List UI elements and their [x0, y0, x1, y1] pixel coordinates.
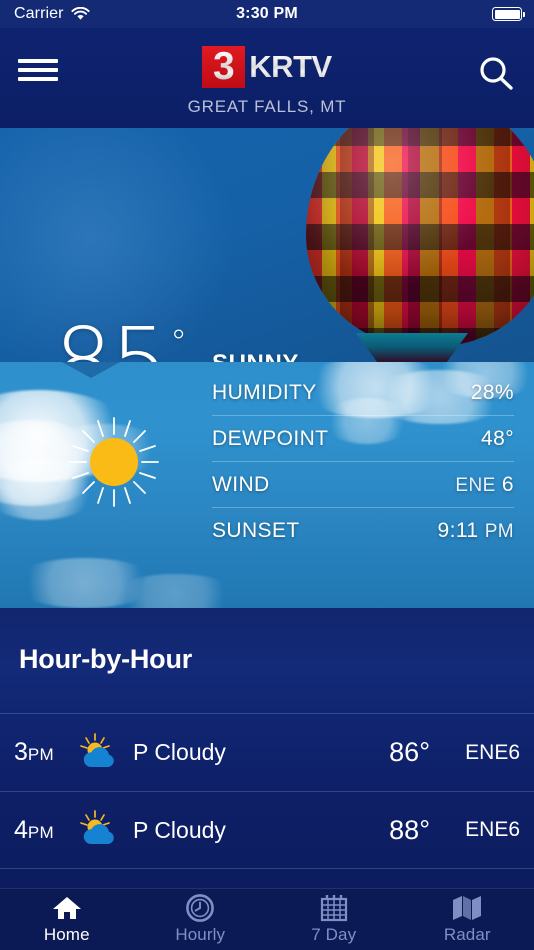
hour-time: 4 PM: [14, 816, 54, 845]
hour-time: 3 PM: [14, 738, 54, 767]
partly-cloudy-icon: [78, 732, 124, 773]
hour-condition: P Cloudy: [133, 816, 226, 843]
app-header: 3 KRTV GREAT FALLS, MT: [0, 28, 534, 128]
detail-value: ENE 6: [455, 473, 514, 497]
hour-meridiem: PM: [27, 822, 55, 842]
degree-symbol: °: [170, 323, 188, 362]
detail-label: WIND: [212, 472, 270, 496]
hour-list: 3 PM P Cloudy 86° ENE6 4 PM P Cloudy 88°…: [0, 713, 534, 869]
hour-meridiem: PM: [27, 745, 55, 764]
hour-row[interactable]: 3 PM P Cloudy 86° ENE6: [0, 713, 534, 791]
channel-3-logo-mark: 3: [202, 44, 246, 88]
current-temperature-value: 85: [54, 308, 169, 362]
tab-7-day-label: 7 Day: [311, 925, 357, 944]
cloud-decoration: [110, 574, 240, 608]
calendar-icon: [320, 894, 348, 922]
current-condition-label: SUNNY: [212, 350, 375, 362]
detail-row-dewpoint: DEWPOINT 48°: [212, 416, 514, 462]
hour-row[interactable]: 4 PM P Cloudy 88° ENE6: [0, 791, 534, 869]
detail-rows: HUMIDITY 28% DEWPOINT 48° WIND ENE 6 SUN…: [212, 370, 514, 554]
status-bar: Carrier 3:30 PM: [0, 0, 534, 28]
wind-speed: 6: [501, 472, 514, 496]
detail-value: 48°: [481, 426, 514, 450]
hour-by-hour-section: Hour-by-Hour 3 PM P Cloudy 86° ENE6 4 PM…: [0, 608, 534, 888]
hot-air-balloon-photo: [306, 128, 534, 346]
clock-icon: [185, 894, 215, 922]
status-bar-clock: 3:30 PM: [236, 5, 298, 22]
sunset-time: 9:11: [437, 519, 479, 542]
hour-wind: ENE6: [465, 740, 520, 764]
channel-number: 3: [212, 44, 235, 88]
partly-cloudy-icon: [78, 810, 124, 850]
location-label: GREAT FALLS, MT: [187, 97, 347, 116]
map-icon: [452, 894, 482, 922]
hour-value: 3: [14, 738, 28, 766]
hour-wind: ENE6: [465, 818, 520, 841]
status-bar-right: [492, 7, 525, 21]
detail-value: 9:11 PM: [438, 519, 514, 543]
krtv-logo[interactable]: 3 KRTV: [0, 46, 534, 88]
krtv-wordmark: KRTV: [249, 49, 332, 84]
hour-condition: P Cloudy: [133, 739, 226, 765]
hour-by-hour-title: Hour-by-Hour: [19, 644, 193, 674]
detail-label: DEWPOINT: [212, 426, 329, 450]
bottom-tab-bar: Home Hourly 7 Day Radar: [0, 888, 534, 950]
sun-icon: [62, 410, 166, 514]
hour-temperature: 86°: [389, 737, 430, 767]
tab-7-day[interactable]: 7 Day: [267, 889, 401, 950]
tab-hourly[interactable]: Hourly: [134, 889, 268, 950]
hour-value: 4: [14, 815, 28, 844]
detail-row-wind: WIND ENE 6: [212, 462, 514, 508]
detail-label: HUMIDITY: [212, 380, 317, 404]
detail-value: 28%: [470, 380, 514, 404]
wind-direction: ENE: [455, 474, 496, 496]
current-conditions-hero[interactable]: 85 ° SUNNY FEELS LIKE 85° Updated now: [0, 128, 534, 362]
current-temperature: 85 °: [54, 308, 188, 362]
current-conditions-info: SUNNY FEELS LIKE 85° Updated now: [212, 350, 375, 362]
tab-hourly-label: Hourly: [175, 925, 226, 944]
panel-notch: [62, 362, 120, 378]
home-icon: [52, 894, 82, 922]
detail-row-sunset: SUNSET 9:11 PM: [212, 508, 514, 554]
tab-home[interactable]: Home: [0, 889, 134, 950]
tab-radar[interactable]: Radar: [401, 889, 534, 950]
tab-radar-label: Radar: [443, 925, 491, 944]
search-icon[interactable]: [476, 54, 516, 99]
hour-temperature: 88°: [389, 814, 430, 845]
battery-full-icon: [492, 7, 525, 21]
detail-row-humidity: HUMIDITY 28%: [212, 370, 514, 416]
weather-app-screen: Carrier 3:30 PM 3 KRTV GREAT FALLS, MT 8…: [0, 0, 534, 950]
tab-home-label: Home: [43, 925, 90, 944]
sunset-meridiem: PM: [484, 521, 514, 542]
current-details-panel: HUMIDITY 28% DEWPOINT 48° WIND ENE 6 SUN…: [0, 362, 534, 608]
detail-label: SUNSET: [212, 519, 300, 542]
